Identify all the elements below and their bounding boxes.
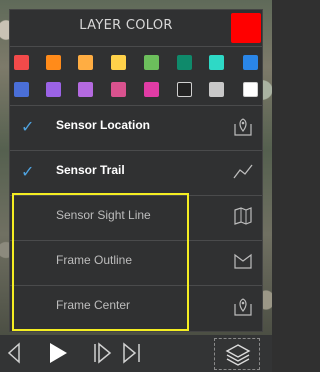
- color-swatch[interactable]: [144, 82, 159, 97]
- selected-color-swatch[interactable]: [231, 13, 261, 43]
- color-swatch[interactable]: [177, 82, 192, 97]
- color-swatch[interactable]: [78, 55, 93, 70]
- step-forward-icon[interactable]: [92, 340, 114, 366]
- color-swatch[interactable]: [111, 55, 126, 70]
- color-swatch[interactable]: [243, 55, 258, 70]
- panel-header: LAYER COLOR: [10, 10, 262, 46]
- layers-icon: [225, 344, 251, 366]
- frame-outline-icon: [234, 253, 252, 269]
- skip-end-icon[interactable]: [121, 340, 143, 366]
- map-pin-icon: [234, 118, 252, 136]
- color-swatch[interactable]: [46, 55, 61, 70]
- color-swatch[interactable]: [14, 82, 29, 97]
- color-swatch[interactable]: [111, 82, 126, 97]
- layer-label: Sensor Location: [56, 118, 151, 132]
- header-divider: [10, 46, 262, 47]
- color-swatch[interactable]: [14, 55, 29, 70]
- map-pin-icon: [234, 298, 252, 316]
- checkmark-icon: ✓: [21, 162, 35, 181]
- panel-title: LAYER COLOR: [79, 18, 173, 33]
- play-icon[interactable]: [46, 340, 70, 366]
- checkmark-icon: ✓: [21, 117, 35, 136]
- step-back-icon[interactable]: [4, 340, 24, 366]
- map-sightline-icon: [234, 207, 252, 225]
- color-swatch[interactable]: [243, 82, 258, 97]
- color-swatch[interactable]: [209, 82, 224, 97]
- layer-row[interactable]: ✓ Sensor Location: [10, 105, 262, 149]
- layer-row[interactable]: ✓ Sensor Trail: [10, 150, 262, 194]
- color-swatch[interactable]: [78, 82, 93, 97]
- color-swatch[interactable]: [177, 55, 192, 70]
- trail-line-icon: [233, 164, 253, 179]
- layer-label: Sensor Trail: [56, 163, 125, 177]
- layers-button[interactable]: [214, 338, 260, 370]
- color-swatch[interactable]: [46, 82, 61, 97]
- highlight-box: [12, 193, 189, 331]
- color-swatch[interactable]: [209, 55, 224, 70]
- color-swatch[interactable]: [144, 55, 159, 70]
